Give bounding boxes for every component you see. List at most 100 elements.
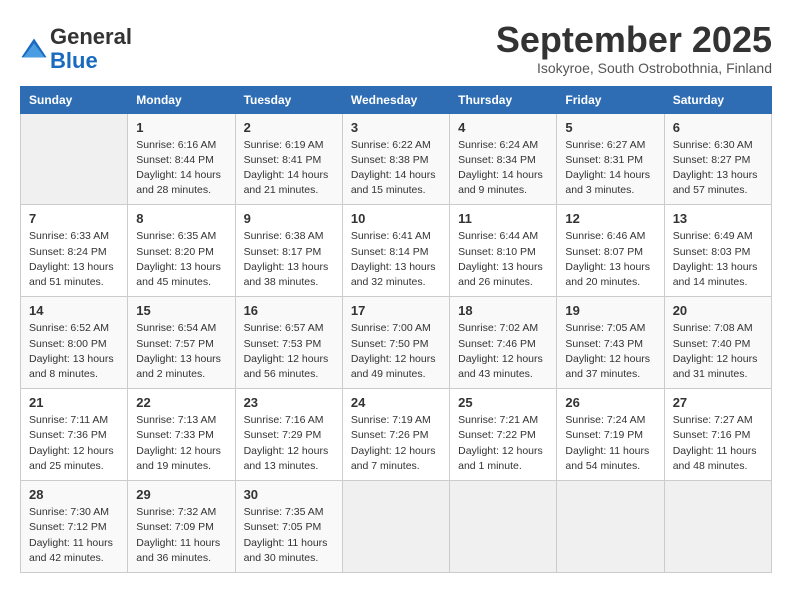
calendar-cell: 25 Sunrise: 7:21 AM Sunset: 7:22 PM Dayli… — [450, 389, 557, 481]
day-number: 12 — [565, 211, 655, 226]
day-info: Sunrise: 7:19 AM Sunset: 7:26 PM Dayligh… — [351, 413, 441, 474]
day-info: Sunrise: 7:27 AM Sunset: 7:16 PM Dayligh… — [673, 413, 763, 474]
day-info: Sunrise: 7:13 AM Sunset: 7:33 PM Dayligh… — [136, 413, 226, 474]
weekday-header-thursday: Thursday — [450, 86, 557, 113]
header: General Blue September 2025 Isokyroe, So… — [20, 20, 772, 76]
day-info: Sunrise: 7:08 AM Sunset: 7:40 PM Dayligh… — [673, 321, 763, 382]
day-info: Sunrise: 6:44 AM Sunset: 8:10 PM Dayligh… — [458, 229, 548, 290]
day-info: Sunrise: 6:22 AM Sunset: 8:38 PM Dayligh… — [351, 138, 441, 199]
day-number: 8 — [136, 211, 226, 226]
day-info: Sunrise: 6:57 AM Sunset: 7:53 PM Dayligh… — [244, 321, 334, 382]
calendar-cell: 24 Sunrise: 7:19 AM Sunset: 7:26 PM Dayli… — [342, 389, 449, 481]
day-number: 22 — [136, 395, 226, 410]
day-number: 21 — [29, 395, 119, 410]
day-info: Sunrise: 6:41 AM Sunset: 8:14 PM Dayligh… — [351, 229, 441, 290]
day-info: Sunrise: 6:38 AM Sunset: 8:17 PM Dayligh… — [244, 229, 334, 290]
day-info: Sunrise: 6:24 AM Sunset: 8:34 PM Dayligh… — [458, 138, 548, 199]
day-number: 27 — [673, 395, 763, 410]
calendar-cell: 1Sunrise: 6:16 AM Sunset: 8:44 PM Daylig… — [128, 113, 235, 205]
calendar-cell: 29Sunrise: 7:32 AM Sunset: 7:09 PM Dayli… — [128, 481, 235, 573]
calendar-cell — [21, 113, 128, 205]
day-number: 1 — [136, 120, 226, 135]
calendar-cell: 26 Sunrise: 7:24 AM Sunset: 7:19 PM Dayli… — [557, 389, 664, 481]
logo-text: General Blue — [50, 25, 132, 73]
calendar-cell: 22 Sunrise: 7:13 AM Sunset: 7:33 PM Dayli… — [128, 389, 235, 481]
day-info: Sunrise: 6:27 AM Sunset: 8:31 PM Dayligh… — [565, 138, 655, 199]
calendar-cell: 15Sunrise: 6:54 AM Sunset: 7:57 PM Dayli… — [128, 297, 235, 389]
calendar-week-row: 14 Sunrise: 6:52 AM Sunset: 8:00 PM Dayli… — [21, 297, 772, 389]
calendar-cell: 18Sunrise: 7:02 AM Sunset: 7:46 PM Dayli… — [450, 297, 557, 389]
day-number: 4 — [458, 120, 548, 135]
calendar-cell — [342, 481, 449, 573]
day-number: 29 — [136, 487, 226, 502]
day-number: 2 — [244, 120, 334, 135]
calendar-cell: 10 Sunrise: 6:41 AM Sunset: 8:14 PM Dayli… — [342, 205, 449, 297]
day-info: Sunrise: 6:33 AM Sunset: 8:24 PM Dayligh… — [29, 229, 119, 290]
day-info: Sunrise: 6:35 AM Sunset: 8:20 PM Dayligh… — [136, 229, 226, 290]
day-info: Sunrise: 6:52 AM Sunset: 8:00 PM Dayligh… — [29, 321, 119, 382]
weekday-header-sunday: Sunday — [21, 86, 128, 113]
calendar-cell: 5 Sunrise: 6:27 AM Sunset: 8:31 PM Daylig… — [557, 113, 664, 205]
title-block: September 2025 Isokyroe, South Ostroboth… — [496, 20, 772, 76]
calendar-cell — [450, 481, 557, 573]
day-number: 6 — [673, 120, 763, 135]
day-number: 20 — [673, 303, 763, 318]
day-number: 28 — [29, 487, 119, 502]
day-number: 24 — [351, 395, 441, 410]
calendar-cell: 7 Sunrise: 6:33 AM Sunset: 8:24 PM Daylig… — [21, 205, 128, 297]
calendar-cell: 27 Sunrise: 7:27 AM Sunset: 7:16 PM Dayli… — [664, 389, 771, 481]
calendar-week-row: 1Sunrise: 6:16 AM Sunset: 8:44 PM Daylig… — [21, 113, 772, 205]
day-number: 9 — [244, 211, 334, 226]
day-info: Sunrise: 6:46 AM Sunset: 8:07 PM Dayligh… — [565, 229, 655, 290]
location-subtitle: Isokyroe, South Ostrobothnia, Finland — [496, 60, 772, 76]
day-info: Sunrise: 7:30 AM Sunset: 7:12 PM Dayligh… — [29, 505, 119, 566]
calendar-cell — [557, 481, 664, 573]
calendar-cell — [664, 481, 771, 573]
day-number: 5 — [565, 120, 655, 135]
calendar-cell: 13Sunrise: 6:49 AM Sunset: 8:03 PM Dayli… — [664, 205, 771, 297]
month-title: September 2025 — [496, 20, 772, 60]
day-info: Sunrise: 6:19 AM Sunset: 8:41 PM Dayligh… — [244, 138, 334, 199]
calendar-week-row: 7 Sunrise: 6:33 AM Sunset: 8:24 PM Daylig… — [21, 205, 772, 297]
calendar-header-row: SundayMondayTuesdayWednesdayThursdayFrid… — [21, 86, 772, 113]
day-number: 15 — [136, 303, 226, 318]
calendar-week-row: 21 Sunrise: 7:11 AM Sunset: 7:36 PM Dayli… — [21, 389, 772, 481]
calendar-cell: 6Sunrise: 6:30 AM Sunset: 8:27 PM Daylig… — [664, 113, 771, 205]
calendar-week-row: 28 Sunrise: 7:30 AM Sunset: 7:12 PM Dayli… — [21, 481, 772, 573]
calendar-cell: 17Sunrise: 7:00 AM Sunset: 7:50 PM Dayli… — [342, 297, 449, 389]
day-number: 10 — [351, 211, 441, 226]
weekday-header-tuesday: Tuesday — [235, 86, 342, 113]
calendar-cell: 3Sunrise: 6:22 AM Sunset: 8:38 PM Daylig… — [342, 113, 449, 205]
day-number: 7 — [29, 211, 119, 226]
day-info: Sunrise: 7:02 AM Sunset: 7:46 PM Dayligh… — [458, 321, 548, 382]
day-number: 25 — [458, 395, 548, 410]
day-info: Sunrise: 7:00 AM Sunset: 7:50 PM Dayligh… — [351, 321, 441, 382]
day-info: Sunrise: 7:05 AM Sunset: 7:43 PM Dayligh… — [565, 321, 655, 382]
day-info: Sunrise: 7:24 AM Sunset: 7:19 PM Dayligh… — [565, 413, 655, 474]
day-info: Sunrise: 6:49 AM Sunset: 8:03 PM Dayligh… — [673, 229, 763, 290]
day-info: Sunrise: 7:21 AM Sunset: 7:22 PM Dayligh… — [458, 413, 548, 474]
calendar-cell: 4 Sunrise: 6:24 AM Sunset: 8:34 PM Daylig… — [450, 113, 557, 205]
calendar-cell: 8 Sunrise: 6:35 AM Sunset: 8:20 PM Daylig… — [128, 205, 235, 297]
calendar-cell: 9 Sunrise: 6:38 AM Sunset: 8:17 PM Daylig… — [235, 205, 342, 297]
logo-icon — [20, 35, 48, 63]
day-number: 30 — [244, 487, 334, 502]
day-number: 11 — [458, 211, 548, 226]
logo: General Blue — [20, 25, 132, 73]
calendar-cell: 11 Sunrise: 6:44 AM Sunset: 8:10 PM Dayli… — [450, 205, 557, 297]
day-number: 23 — [244, 395, 334, 410]
calendar-cell: 2 Sunrise: 6:19 AM Sunset: 8:41 PM Daylig… — [235, 113, 342, 205]
calendar-cell: 23 Sunrise: 7:16 AM Sunset: 7:29 PM Dayli… — [235, 389, 342, 481]
calendar-cell: 14 Sunrise: 6:52 AM Sunset: 8:00 PM Dayli… — [21, 297, 128, 389]
day-info: Sunrise: 7:16 AM Sunset: 7:29 PM Dayligh… — [244, 413, 334, 474]
day-number: 26 — [565, 395, 655, 410]
calendar-table: SundayMondayTuesdayWednesdayThursdayFrid… — [20, 86, 772, 573]
calendar-cell: 21 Sunrise: 7:11 AM Sunset: 7:36 PM Dayli… — [21, 389, 128, 481]
calendar-cell: 16Sunrise: 6:57 AM Sunset: 7:53 PM Dayli… — [235, 297, 342, 389]
calendar-cell: 20 Sunrise: 7:08 AM Sunset: 7:40 PM Dayli… — [664, 297, 771, 389]
weekday-header-saturday: Saturday — [664, 86, 771, 113]
day-number: 14 — [29, 303, 119, 318]
day-info: Sunrise: 7:11 AM Sunset: 7:36 PM Dayligh… — [29, 413, 119, 474]
weekday-header-monday: Monday — [128, 86, 235, 113]
day-info: Sunrise: 7:35 AM Sunset: 7:05 PM Dayligh… — [244, 505, 334, 566]
